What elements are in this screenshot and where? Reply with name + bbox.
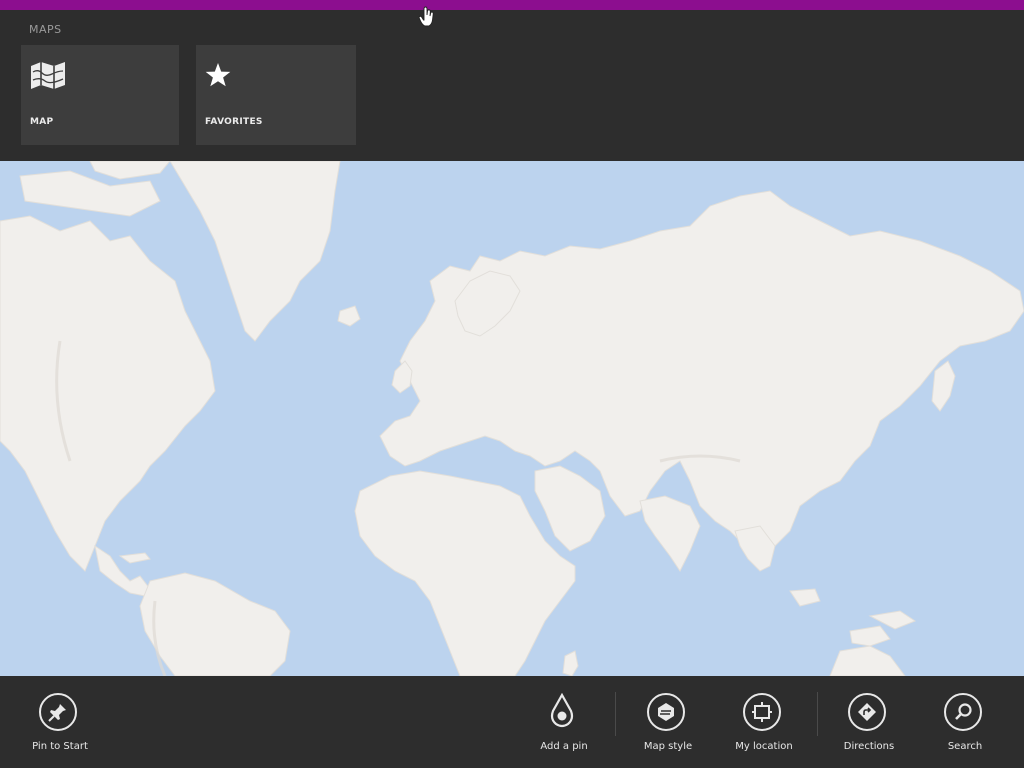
landmass-south-america (139, 572, 291, 676)
pin-icon (48, 704, 66, 722)
map-style-label: Map style (643, 741, 693, 752)
landmass-greenland (169, 161, 341, 342)
landmass-madagascar (562, 650, 579, 676)
landmass-arctic-islands (19, 170, 161, 217)
add-a-pin-button[interactable]: Add a pin (524, 690, 604, 760)
map-style-button[interactable]: Map style (628, 690, 708, 760)
landmass-japan (931, 360, 956, 412)
nav-tile-map[interactable]: MAP (21, 45, 179, 145)
search-button[interactable]: Search (925, 690, 1005, 760)
world-map-graphic (0, 161, 1024, 676)
directions-button[interactable]: Directions (829, 690, 909, 760)
location-icon (752, 702, 772, 722)
divider (817, 692, 818, 736)
map-icon (30, 60, 66, 90)
map-style-icon (658, 703, 674, 721)
add-a-pin-label: Add a pin (540, 741, 588, 752)
landmass-arabia (534, 465, 606, 552)
nav-tile-favorites-label: FAVORITES (205, 117, 263, 127)
divider (615, 692, 616, 736)
star-icon (205, 60, 241, 90)
landmass-arctic-islands-east (89, 161, 171, 180)
app-bar: Pin to Start Add a pin Map style My loca… (0, 676, 1024, 768)
pin-to-start-label: Pin to Start (32, 741, 88, 752)
hand-cursor-icon (418, 6, 436, 28)
directions-label: Directions (843, 741, 895, 752)
world-map[interactable] (0, 161, 1024, 676)
my-location-label: My location (735, 741, 793, 752)
my-location-button[interactable]: My location (724, 690, 804, 760)
pin-to-start-button[interactable]: Pin to Start (20, 690, 100, 760)
nav-bar: MAPS MAP FAVORITES (0, 10, 1024, 161)
landmass-iceland (337, 305, 361, 327)
landmass-indonesia (789, 588, 821, 607)
landmass-caribbean (118, 552, 151, 564)
nav-tile-map-label: MAP (30, 117, 54, 127)
landmass-indonesia-east (849, 625, 891, 647)
directions-icon (858, 703, 876, 721)
landmass-australia (829, 645, 906, 676)
search-label: Search (947, 741, 983, 752)
accent-strip (0, 0, 1024, 10)
search-icon (955, 703, 972, 720)
drop-pin-icon (550, 693, 574, 728)
nav-title: MAPS (29, 23, 62, 36)
nav-tile-favorites[interactable]: FAVORITES (196, 45, 356, 145)
landmass-north-america (0, 215, 216, 572)
landmass-india (639, 495, 701, 572)
